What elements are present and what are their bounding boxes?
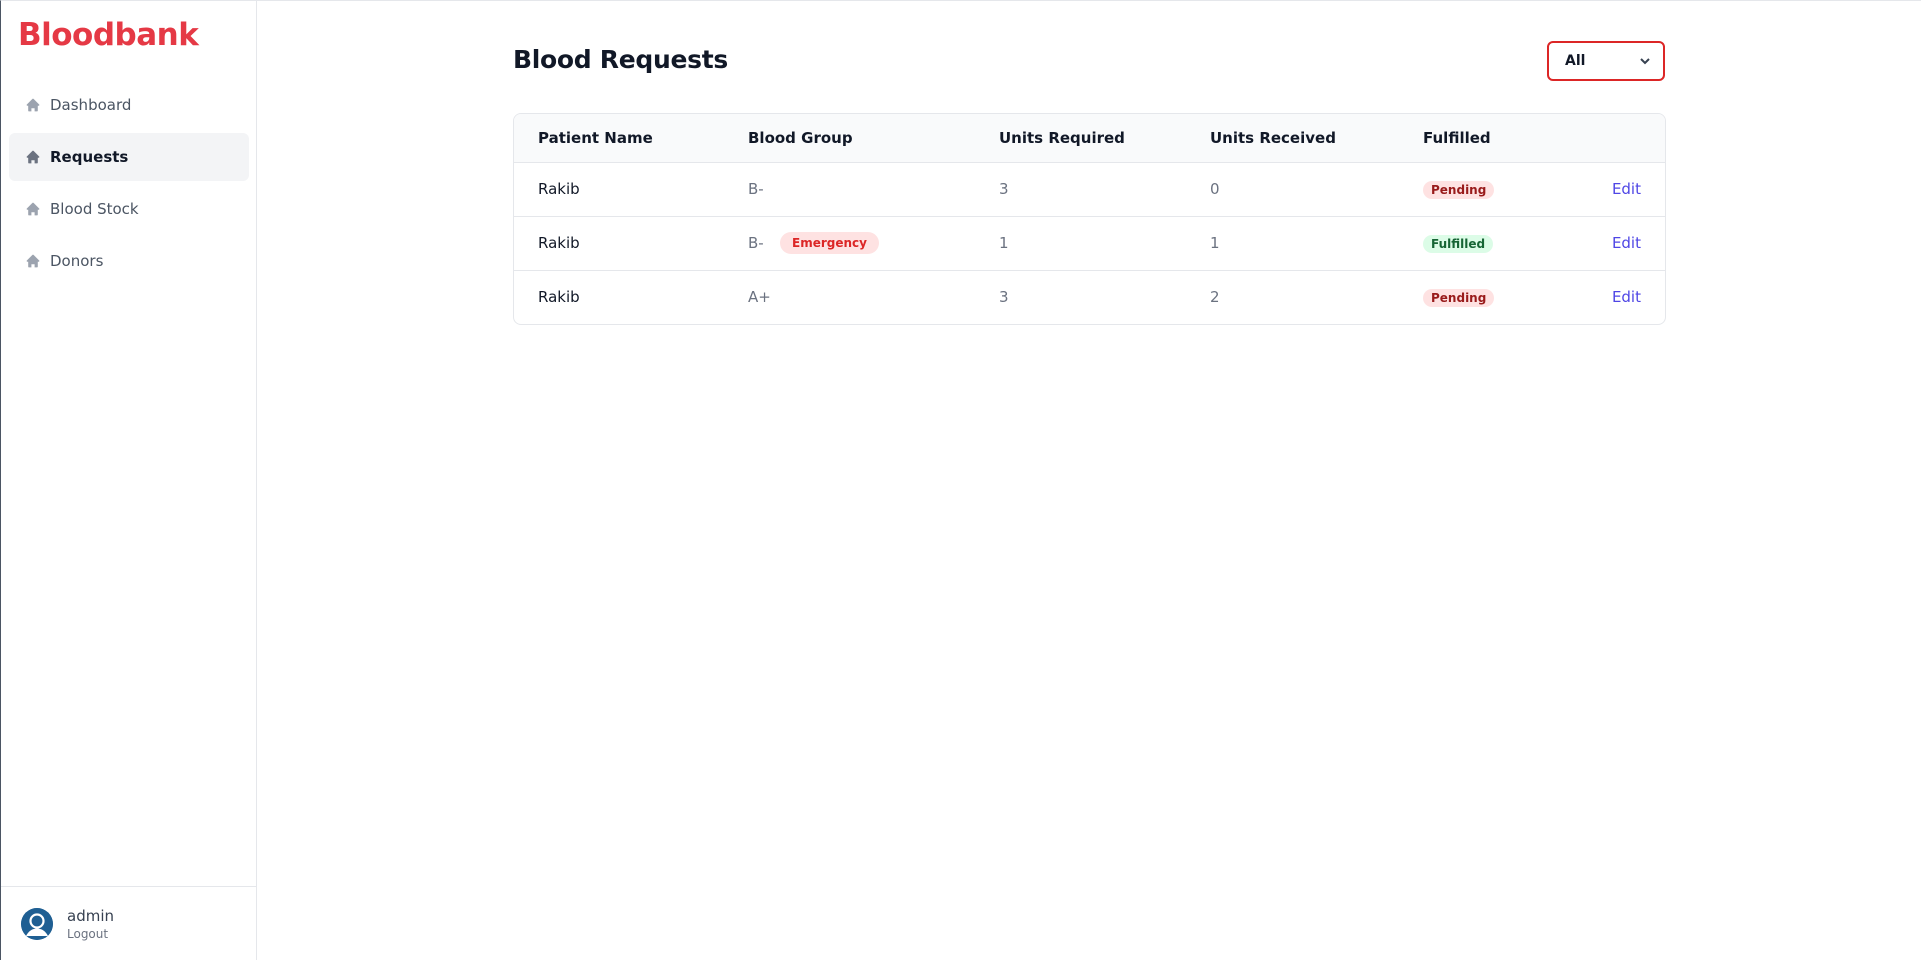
blood-group-cell: A+	[748, 270, 999, 324]
chevron-down-icon	[1640, 58, 1650, 65]
units-received-cell: 2	[1210, 288, 1220, 307]
blood-group-value: A+	[748, 288, 771, 307]
blood-group-value: B-	[748, 233, 764, 252]
sidebar-item-blood-stock[interactable]: Blood Stock	[9, 185, 249, 233]
table-row: Rakib A+ 3 2 Pending Edit	[514, 270, 1665, 324]
home-icon	[25, 97, 41, 113]
sidebar-item-dashboard[interactable]: Dashboard	[9, 81, 249, 129]
sidebar-item-donors[interactable]: Donors	[9, 237, 249, 285]
column-header-units-required: Units Required	[999, 128, 1125, 147]
table-row: Rakib B- Emergency 1 1 Fulfilled Edit	[514, 216, 1665, 270]
user-info: admin Logout	[67, 907, 114, 941]
app-root: Bloodbank Dashboard Requests Blood Stock	[0, 0, 1921, 960]
home-icon	[25, 201, 41, 217]
column-header-fulfilled: Fulfilled	[1423, 128, 1491, 147]
action-cell: Edit	[1583, 216, 1665, 270]
user-icon	[21, 907, 53, 940]
sidebar-item-label: Donors	[50, 252, 104, 270]
sidebar-item-label: Blood Stock	[50, 200, 139, 218]
action-cell: Edit	[1583, 162, 1665, 216]
sidebar: Bloodbank Dashboard Requests Blood Stock	[1, 1, 257, 960]
table-row: Rakib B- 3 0 Pending Edit	[514, 162, 1665, 216]
patient-name-cell: Rakib	[538, 180, 580, 198]
sidebar-item-label: Requests	[50, 148, 129, 166]
home-icon	[25, 149, 41, 165]
emergency-badge: Emergency	[780, 232, 879, 254]
patient-name-cell: Rakib	[538, 288, 580, 307]
units-required-cell: 1	[999, 234, 1009, 252]
edit-link[interactable]: Edit	[1612, 234, 1641, 252]
status-badge: Pending	[1423, 288, 1495, 307]
status-badge: Fulfilled	[1423, 234, 1494, 253]
units-received-cell: 1	[1210, 234, 1220, 252]
brand-logo[interactable]: Bloodbank	[18, 17, 199, 53]
status-cell: Pending	[1423, 162, 1583, 216]
blood-group-cell: B- Emergency	[748, 216, 999, 270]
edit-link[interactable]: Edit	[1612, 288, 1641, 306]
status-cell: Pending	[1423, 270, 1583, 324]
patient-name-cell: Rakib	[538, 234, 580, 252]
home-icon	[25, 253, 41, 269]
sidebar-item-label: Dashboard	[50, 96, 132, 114]
action-cell: Edit	[1583, 270, 1665, 324]
status-cell: Fulfilled	[1423, 216, 1583, 270]
column-header-units-received: Units Received	[1210, 128, 1336, 147]
status-badge: Pending	[1423, 180, 1495, 199]
table-header-row: Patient Name Blood Group Units Required …	[514, 114, 1665, 162]
blood-group-value: B-	[748, 180, 764, 198]
user-name: admin	[67, 906, 114, 925]
avatar[interactable]	[21, 907, 53, 940]
filter-selected-value: All	[1565, 53, 1586, 69]
units-required-cell: 3	[999, 288, 1009, 307]
column-header-patient-name: Patient Name	[538, 128, 653, 147]
column-header-blood-group: Blood Group	[748, 128, 853, 147]
sidebar-nav: Dashboard Requests Blood Stock Donors	[9, 81, 249, 289]
requests-table: Patient Name Blood Group Units Required …	[513, 113, 1666, 325]
page-title: Blood Requests	[513, 45, 728, 74]
blood-group-cell: B-	[748, 162, 999, 216]
logout-link[interactable]: Logout	[67, 927, 114, 941]
edit-link[interactable]: Edit	[1612, 180, 1641, 198]
units-received-cell: 0	[1210, 180, 1220, 198]
units-required-cell: 3	[999, 180, 1009, 198]
sidebar-item-requests[interactable]: Requests	[9, 133, 249, 181]
status-filter-select[interactable]: All	[1547, 41, 1665, 81]
column-header-actions	[1583, 114, 1665, 162]
user-panel: admin Logout	[1, 886, 256, 960]
